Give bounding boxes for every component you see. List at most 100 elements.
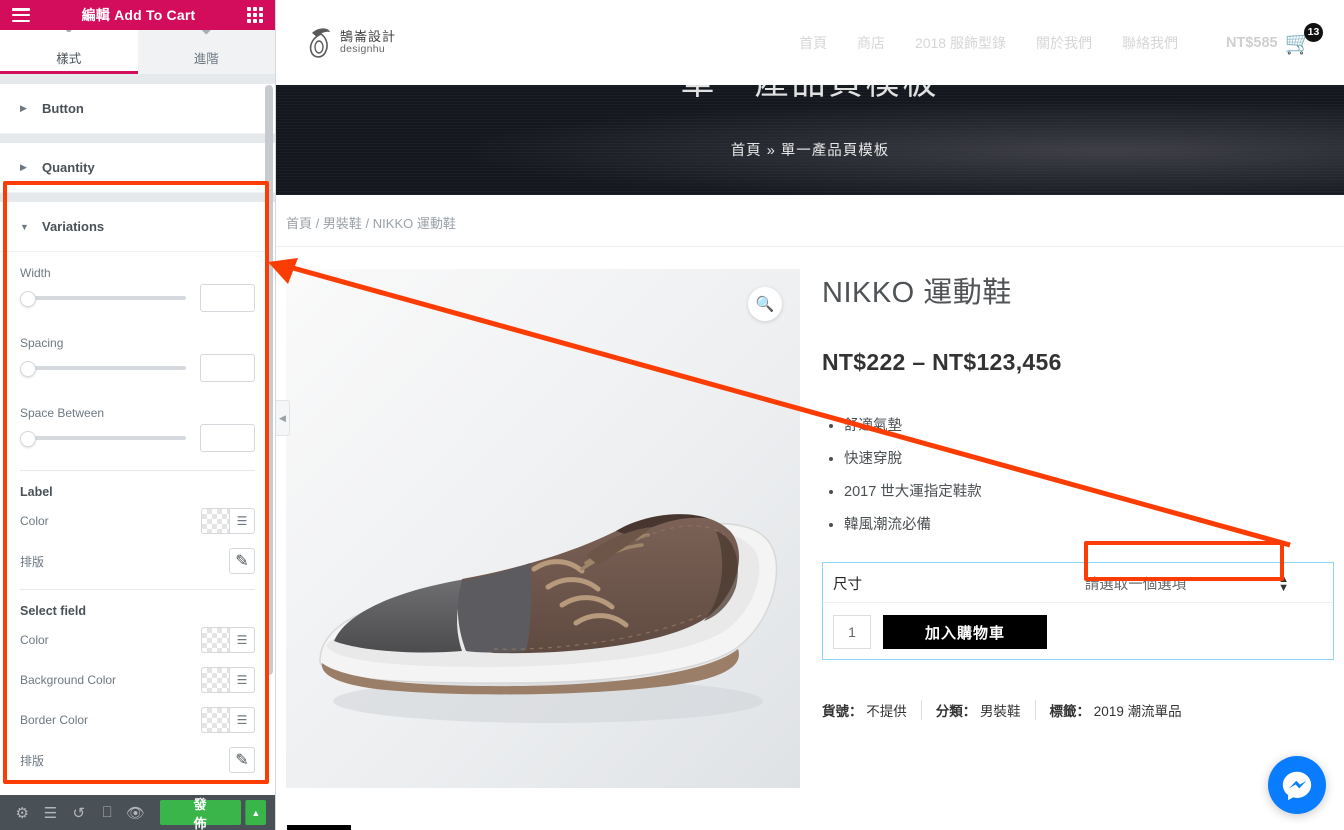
label-color-picker[interactable]: ☰ <box>201 508 255 534</box>
panel-footer: ⚙ ☰ ↺ ⎕ 👁 發佈 ▲ <box>0 795 275 830</box>
control-select-border-color: Border Color ☰ <box>20 700 255 740</box>
site-logo[interactable]: 鵠崙設計 designhu <box>308 26 396 60</box>
layers-icon[interactable]: ☰ <box>38 795 62 830</box>
nav-item-home[interactable]: 首頁 <box>799 33 827 53</box>
panel-collapse-handle[interactable]: ◀ <box>276 400 290 436</box>
color-swatch-icon[interactable] <box>201 627 229 653</box>
control-width <box>20 284 255 322</box>
nav-item-contact[interactable]: 聯絡我們 <box>1122 33 1178 53</box>
meta-tags: 標籤： 2019 潮流單品 <box>1036 700 1196 720</box>
group-heading-label: Label <box>20 485 53 499</box>
spacing-slider[interactable] <box>20 360 186 377</box>
product-price: NT$222 – NT$123,456 <box>822 349 1062 375</box>
messenger-glyph <box>1282 771 1312 801</box>
tab-advanced-label: 進階 <box>193 52 219 66</box>
global-colors-icon[interactable]: ☰ <box>229 627 255 653</box>
site-header: 鵠崙設計 designhu 首頁 商店 2018 服飾型錄 關於我們 聯絡我們 … <box>276 0 1344 85</box>
breadcrumb-item-current: NIKKO 運動鞋 <box>372 216 456 231</box>
elementor-editor-panel: 編輯 Add To Cart ● 樣式 ◆ 進階 ▶ Button <box>0 0 276 830</box>
preview-icon[interactable]: 👁 <box>123 795 147 830</box>
cart-widget[interactable]: NT$585 🛒 13 <box>1226 22 1323 54</box>
logo-text: 鵠崙設計 designhu <box>340 30 396 55</box>
section-variations[interactable]: ▼ Variations <box>0 202 275 252</box>
tab-style[interactable]: ● 樣式 <box>0 30 138 74</box>
control-spacing <box>20 354 255 392</box>
publish-button[interactable]: 發佈 <box>159 797 241 830</box>
label-color-name: Color <box>20 514 49 528</box>
section-variations-label: Variations <box>42 219 105 234</box>
meta-category-value[interactable]: 男裝鞋 <box>980 704 1021 719</box>
feature-item: 舒適氣墊 <box>844 414 1334 435</box>
responsive-icon[interactable]: ⎕ <box>95 795 119 830</box>
breadcrumb-separator: / <box>315 216 320 231</box>
meta-sku-value: 不提供 <box>866 704 907 719</box>
select-bg-color-picker[interactable]: ☰ <box>201 667 255 693</box>
sneaker-illustration <box>286 269 800 788</box>
chevron-down-icon: ▼ <box>20 221 29 232</box>
publish-options-button[interactable]: ▲ <box>244 800 266 825</box>
space-between-slider[interactable] <box>20 430 186 447</box>
meta-tags-key: 標籤： <box>1049 704 1091 719</box>
history-icon[interactable]: ↺ <box>67 795 91 830</box>
add-to-cart-button[interactable]: 加入購物車 <box>883 615 1048 649</box>
nav-item-shop[interactable]: 商店 <box>857 33 885 53</box>
select-typography-name: 排版 <box>20 753 45 768</box>
select-color-picker[interactable]: ☰ <box>201 627 255 653</box>
width-input[interactable] <box>200 284 255 312</box>
breadcrumb: 首頁 / 男裝鞋 / NIKKO 運動鞋 <box>276 195 1344 247</box>
space-between-input[interactable] <box>200 424 255 452</box>
width-slider[interactable] <box>20 290 186 307</box>
space-between-slider-knob[interactable] <box>20 431 36 447</box>
product-title: NIKKO 運動鞋 <box>822 277 1012 309</box>
global-colors-icon[interactable]: ☰ <box>229 707 255 733</box>
meta-tags-value[interactable]: 2019 潮流單品 <box>1094 704 1182 719</box>
control-spacing-label: Spacing <box>20 336 64 350</box>
variation-select[interactable]: 請選取一個選項 ▲ ▼ <box>993 573 1323 594</box>
magnifier-icon[interactable]: 🔍 <box>748 287 782 321</box>
control-select-color: Color ☰ <box>20 620 255 660</box>
select-border-color-picker[interactable]: ☰ <box>201 707 255 733</box>
grid-icon[interactable] <box>247 7 263 23</box>
spacing-slider-knob[interactable] <box>20 361 36 377</box>
select-color-name: Color <box>20 633 49 647</box>
section-button[interactable]: ▶ Button <box>0 84 275 134</box>
meta-sku: 貨號： 不提供 <box>822 700 922 720</box>
panel-tabs: ● 樣式 ◆ 進階 <box>0 30 275 75</box>
select-bg-color-name: Background Color <box>20 673 117 687</box>
gear-icon[interactable]: ⚙ <box>10 795 34 830</box>
quantity-input[interactable]: 1 <box>833 615 871 649</box>
nav-item-about[interactable]: 關於我們 <box>1036 33 1092 53</box>
breadcrumb-item-category[interactable]: 男裝鞋 <box>323 216 362 231</box>
logo-en: designhu <box>340 42 386 55</box>
control-width-label: Width <box>20 266 51 280</box>
tab-advanced[interactable]: ◆ 進階 <box>137 30 275 74</box>
meta-sku-key: 貨號： <box>822 704 863 719</box>
breadcrumb-separator-2: / <box>365 216 370 231</box>
control-select-typography: 排版 ✎ <box>20 740 255 780</box>
basket-icon[interactable]: 🛒 13 <box>1285 22 1323 54</box>
width-slider-knob[interactable] <box>20 291 36 307</box>
color-swatch-icon[interactable] <box>201 667 229 693</box>
color-swatch-icon[interactable] <box>201 707 229 733</box>
global-colors-icon[interactable]: ☰ <box>229 667 255 693</box>
cart-actions: 1 加入購物車 <box>823 603 1333 649</box>
pencil-icon[interactable]: ✎ <box>229 548 255 574</box>
breadcrumb-item-home[interactable]: 首頁 <box>286 216 312 231</box>
screen-root: 編輯 Add To Cart ● 樣式 ◆ 進階 ▶ Button <box>0 0 1344 830</box>
select-spinner-icon: ▲ ▼ <box>1278 572 1289 594</box>
cart-count-badge: 13 <box>1304 22 1323 42</box>
color-swatch-icon[interactable] <box>201 508 229 534</box>
product-image[interactable]: 🔍 <box>286 269 800 788</box>
section-quantity[interactable]: ▶ Quantity <box>0 143 275 193</box>
spacing-slider-track <box>28 366 186 370</box>
spacing-input[interactable] <box>200 354 255 382</box>
panel-scrollbar[interactable] <box>265 75 273 821</box>
panel-scrollbar-thumb[interactable] <box>265 85 273 675</box>
messenger-icon[interactable] <box>1268 756 1326 814</box>
panel-controls-scroll[interactable]: ▶ Button ▶ Quantity ▼ Variations Width S… <box>0 75 275 821</box>
control-label-typography: 排版 ✎ <box>20 541 255 581</box>
global-colors-icon[interactable]: ☰ <box>229 508 255 534</box>
hamburger-icon[interactable] <box>12 8 30 22</box>
nav-item-catalog[interactable]: 2018 服飾型錄 <box>915 33 1006 53</box>
pencil-icon[interactable]: ✎ <box>229 747 255 773</box>
